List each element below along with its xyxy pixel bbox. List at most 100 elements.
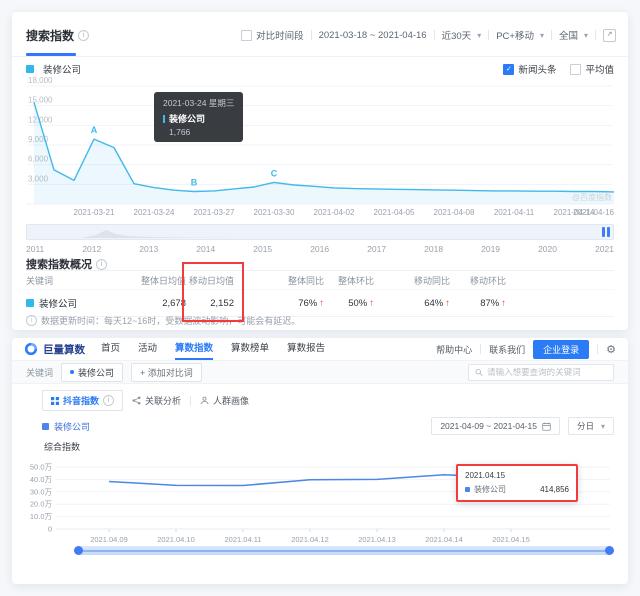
col-mobile-mom: 移动环比: [450, 274, 506, 287]
checkbox-checked-icon[interactable]: ✓: [503, 64, 514, 75]
svg-text:20.0万: 20.0万: [30, 500, 53, 509]
series-color-bar: [163, 115, 165, 123]
baidu-index-panel: 搜索指数 i 对比时间段 2021-03-18 ~ 2021-04-16 近30…: [12, 12, 628, 330]
legend-color-swatch: [26, 65, 34, 73]
juliang-range-brush[interactable]: [76, 546, 612, 555]
overall-avg-value: 2,678: [136, 298, 186, 309]
nav-item-rankings[interactable]: 算数榜单: [231, 338, 269, 360]
nav-item-home[interactable]: 首页: [101, 338, 120, 360]
search-icon: [475, 368, 483, 377]
checkbox-icon[interactable]: [241, 30, 252, 41]
svg-text:2021-04-08: 2021-04-08: [434, 208, 475, 217]
juliang-chart-tooltip-annotated: 2021.04.15 装修公司 414,856: [456, 464, 578, 502]
brush-track: [80, 550, 608, 552]
info-icon[interactable]: i: [96, 259, 107, 270]
svg-text:2021.04.13: 2021.04.13: [358, 535, 396, 544]
svg-text:B: B: [191, 178, 198, 188]
timeline-brush[interactable]: [26, 224, 614, 240]
svg-text:2021.04.15: 2021.04.15: [492, 535, 530, 544]
juliang-suanshu-panel: 巨量算数 首页 活动 算数指数 算数榜单 算数报告 帮助中心 联系我们 企业登录…: [12, 338, 628, 584]
years-axis: 20112012 20132014 20152016 20172018 2019…: [26, 244, 614, 254]
svg-text:2021.04.12: 2021.04.12: [291, 535, 329, 544]
mobile-avg-value: 2,152: [186, 298, 234, 309]
device-select[interactable]: PC+移动 ▾: [496, 28, 544, 42]
svg-text:18,000: 18,000: [28, 76, 53, 85]
add-compare-word-chip[interactable]: + 添加对比词: [131, 363, 202, 382]
svg-text:2021-04-02: 2021-04-02: [314, 208, 355, 217]
svg-text:2021-04-11: 2021-04-11: [494, 208, 535, 217]
chevron-down-icon: ▾: [584, 31, 588, 40]
tab-audience-persona[interactable]: 人群画像: [200, 394, 249, 407]
search-index-title: 搜索指数: [26, 27, 74, 44]
col-mobile-avg: 移动日均值: [186, 274, 234, 287]
col-overall-avg: 整体日均值: [136, 274, 186, 287]
quick-range-select[interactable]: 近30天 ▾: [442, 28, 482, 42]
chart-tooltip: 2021-03-24 星期三 装修公司 1,766: [154, 92, 243, 142]
overview-table: 关键词 整体日均值 移动日均值 整体同比 整体环比 移动同比 移动环比 装修公司…: [26, 270, 614, 317]
svg-text:2021-04-05: 2021-04-05: [374, 208, 415, 217]
brand-title: 巨量算数: [43, 342, 85, 357]
region-select[interactable]: 全国 ▾: [559, 28, 588, 42]
legend-color-swatch: [26, 299, 34, 307]
brush-handle-left[interactable]: [74, 546, 83, 555]
col-keyword: 关键词: [26, 274, 136, 287]
tab-search-index[interactable]: 搜索指数 i: [26, 27, 89, 44]
legend-color-swatch: [42, 423, 49, 430]
help-center-link[interactable]: 帮助中心: [436, 343, 472, 356]
news-toutiao-checkbox[interactable]: ✓ 新闻头条: [503, 62, 556, 76]
search-input[interactable]: [487, 367, 607, 377]
baidu-toolbar: 对比时间段 2021-03-18 ~ 2021-04-16 近30天 ▾ PC+…: [241, 28, 616, 42]
svg-text:2021-03-24: 2021-03-24: [134, 208, 175, 217]
svg-text:50.0万: 50.0万: [30, 463, 53, 472]
chevron-down-icon: ▾: [540, 31, 544, 40]
series-legend[interactable]: 装修公司: [26, 62, 81, 76]
granularity-select[interactable]: 分日 ▾: [568, 417, 614, 435]
chevron-down-icon: ▾: [601, 422, 605, 431]
brush-handle-right[interactable]: [605, 546, 614, 555]
info-icon: i: [26, 315, 37, 326]
bullet-dot-icon: [70, 370, 74, 374]
mobile-mom-value: 87%↑: [450, 298, 506, 309]
col-mobile-yoy: 移动同比: [374, 274, 450, 287]
baidu-trend-chart[interactable]: 3,0006,0009,00012,00015,00018,000ABC2021…: [26, 76, 614, 218]
nav-item-activity[interactable]: 活动: [138, 338, 157, 360]
data-update-note: i 数据更新时间：每天12~16时，受数据波动影响，可能会有延迟。: [26, 314, 300, 327]
average-checkbox[interactable]: 平均值: [570, 62, 614, 76]
keyword-bar: 关键词 装修公司 + 添加对比词: [12, 361, 628, 384]
keyword-search-box[interactable]: [468, 364, 614, 381]
info-icon[interactable]: i: [103, 395, 114, 406]
brush-handle[interactable]: [602, 227, 610, 237]
svg-text:2021.04.09: 2021.04.09: [90, 535, 128, 544]
svg-text:A: A: [91, 125, 98, 135]
baidu-header: 搜索指数 i 对比时间段 2021-03-18 ~ 2021-04-16 近30…: [12, 12, 628, 57]
keyword-chip[interactable]: 装修公司: [61, 363, 123, 382]
juliang-logo-icon: [24, 342, 38, 356]
svg-text:@百度指数: @百度指数: [572, 192, 612, 202]
date-range-picker[interactable]: 2021-03-18 ~ 2021-04-16: [319, 30, 427, 41]
overall-yoy-value: 76%↑: [234, 298, 324, 309]
mobile-yoy-value: 64%↑: [374, 298, 450, 309]
svg-text:30.0万: 30.0万: [30, 487, 53, 496]
checkbox-icon[interactable]: [570, 64, 581, 75]
juliang-date-range-picker[interactable]: 2021-04-09 ~ 2021-04-15: [431, 417, 560, 435]
col-overall-yoy: 整体同比: [234, 274, 324, 287]
svg-text:2021.04.14: 2021.04.14: [425, 535, 463, 544]
contact-us-link[interactable]: 联系我们: [489, 343, 525, 356]
composite-index-title: 综合指数: [44, 440, 628, 453]
tab-association-analysis[interactable]: 关联分析: [132, 394, 181, 407]
export-icon[interactable]: ↗: [603, 29, 616, 42]
nav-item-reports[interactable]: 算数报告: [287, 338, 325, 360]
table-header-row: 关键词 整体日均值 移动日均值 整体同比 整体环比 移动同比 移动环比: [26, 270, 614, 289]
douyin-series-legend[interactable]: 装修公司: [42, 420, 90, 433]
juliang-navbar: 巨量算数 首页 活动 算数指数 算数榜单 算数报告 帮助中心 联系我们 企业登录…: [12, 338, 628, 361]
chevron-down-icon: ▾: [477, 31, 481, 40]
nav-item-suanshu-index[interactable]: 算数指数: [175, 338, 213, 360]
svg-text:2021-03-30: 2021-03-30: [254, 208, 295, 217]
svg-text:10.0万: 10.0万: [30, 512, 53, 521]
tab-douyin-index[interactable]: 抖音指数 i: [42, 390, 123, 411]
keyword-cell[interactable]: 装修公司: [26, 296, 136, 310]
compare-period-checkbox[interactable]: 对比时间段: [241, 28, 304, 42]
enterprise-login-button[interactable]: 企业登录: [533, 340, 589, 359]
settings-gear-icon[interactable]: ⚙: [606, 343, 616, 356]
info-icon[interactable]: i: [78, 30, 89, 41]
